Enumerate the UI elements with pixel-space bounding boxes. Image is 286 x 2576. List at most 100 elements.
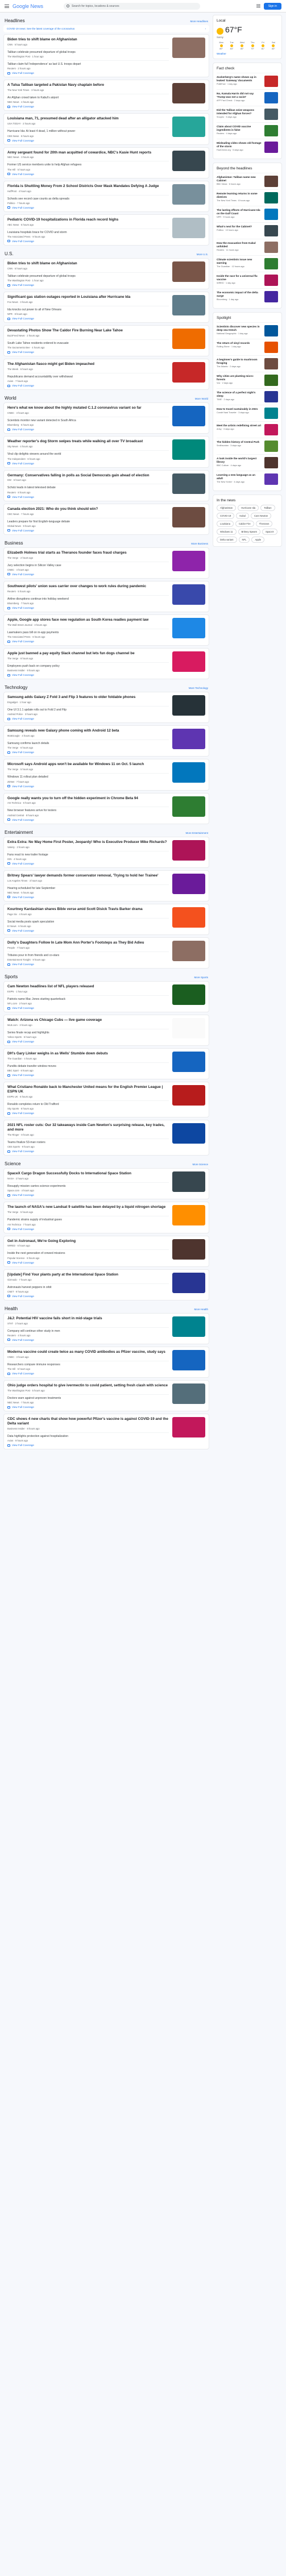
related-headline[interactable]: Samsung confirms launch details [7, 742, 169, 745]
story-source[interactable]: Business Insider · 8 hours ago [7, 1427, 169, 1430]
story-source[interactable]: Sky News · 4 hours ago [7, 445, 169, 448]
sidebar-story[interactable]: How to travel sustainably in 2021 Condé N… [217, 405, 278, 421]
story-headline[interactable]: Significant gas station outages reported… [7, 295, 169, 300]
full-coverage-link[interactable]: View Full Coverage [7, 862, 169, 865]
sidebar-story[interactable]: How the evacuation from Kabul unfolded Re… [217, 239, 278, 255]
full-coverage-link[interactable]: View Full Coverage [7, 1444, 169, 1447]
related-headline[interactable]: Scholz leads in latest televised debate [7, 486, 169, 489]
full-coverage-link[interactable]: View Full Coverage [7, 1194, 169, 1196]
section-title[interactable]: Business [5, 541, 23, 546]
story-thumbnail[interactable] [172, 651, 205, 672]
related-headline[interactable]: An Afghan crowd taken to Kabul's airport [7, 96, 169, 99]
story-headline[interactable]: Get in Astronaut, We're Going Exploring [7, 1239, 169, 1244]
related-source[interactable]: NPR · 8 hours ago [7, 313, 169, 315]
sidebar-story-headline[interactable]: The hidden history of Central Park [217, 441, 262, 444]
sidebar-story[interactable]: Why cities are planting micro-forests Vox… [217, 372, 278, 388]
sidebar-story[interactable]: Climate scientists issue new warning The … [217, 255, 278, 272]
topic-chip[interactable]: Apple [251, 537, 265, 543]
sidebar-story-headline[interactable]: The economic impact of the delta surge [217, 291, 262, 298]
related-headline[interactable]: Former US service members unite to help … [7, 163, 169, 167]
sidebar-story-headline[interactable]: Why cities are planting micro-forests [217, 375, 262, 381]
related-headline[interactable]: Leaders prepare for first English-langua… [7, 520, 169, 523]
related-source[interactable]: Bloomberg · 5 hours ago [7, 423, 169, 426]
story-source[interactable]: ESPN UK · 6 hours ago [7, 1095, 169, 1098]
related-headline[interactable]: Data highlights protection against hospi… [7, 1435, 169, 1438]
topic-chip[interactable]: Taliban [260, 505, 275, 512]
full-coverage-link[interactable]: View Full Coverage [7, 717, 169, 720]
related-source[interactable]: Reuters · 2 hours ago [7, 67, 169, 70]
story-thumbnail[interactable] [172, 1052, 205, 1073]
story-source[interactable]: NBC News · 3 hours ago [7, 156, 169, 159]
topic-chip[interactable]: Kabul [236, 513, 250, 520]
story-thumbnail[interactable] [172, 984, 205, 1006]
search-bar[interactable]: Search for topics, locations & sources [64, 2, 201, 10]
app-logo[interactable]: Google News [13, 3, 43, 9]
search-input[interactable]: Search for topics, locations & sources [72, 5, 119, 8]
full-coverage-link[interactable]: View Full Coverage [7, 896, 169, 899]
story-source[interactable]: DW · 6 hours ago [7, 479, 169, 481]
related-headline[interactable]: Lawmakers pass bill on in-app payments [7, 631, 169, 634]
related-source[interactable]: The Hill · 5 hours ago [7, 1368, 169, 1370]
full-coverage-link[interactable]: View Full Coverage [7, 206, 169, 209]
sidebar-story[interactable]: The lasting effects of Hurricane Ida on … [217, 206, 278, 222]
story-source[interactable]: The Ringer · 8 hours ago [7, 1133, 169, 1136]
sidebar-story[interactable]: Learning a new language as an adult The N… [217, 471, 278, 487]
sidebar-story[interactable]: The economic impact of the delta surge Bl… [217, 288, 278, 305]
story-headline[interactable]: Pediatric COVID-19 hospitalizations in F… [7, 218, 169, 222]
story-source[interactable]: WIRED · 6 hours ago [7, 1244, 169, 1247]
full-coverage-link[interactable]: View Full Coverage [7, 573, 169, 576]
sidebar-story-headline[interactable]: The return of vinyl records [217, 342, 262, 345]
story-headline[interactable]: Britney Spears' lawyer demands former co… [7, 874, 169, 878]
story-source[interactable]: The Wall Street Journal · 3 hours ago [7, 624, 169, 626]
sidebar-story-headline[interactable]: Meet the artists redefining street art [217, 424, 262, 427]
sidebar-story-headline[interactable]: How the evacuation from Kabul unfolded [217, 242, 262, 248]
story-thumbnail[interactable] [172, 1171, 205, 1193]
story-headline[interactable]: Extra Extra: No Way Home First Poster, J… [7, 840, 169, 845]
story-headline[interactable]: CDC shows 4 new charts that show how pow… [7, 1417, 169, 1426]
section-title[interactable]: Entertainment [5, 830, 33, 835]
story-headline[interactable]: Apple just banned a pay equity Slack cha… [7, 651, 169, 656]
topic-chip[interactable]: Theranos [255, 521, 273, 527]
story-source[interactable]: Los Angeles Times · 3 hours ago [7, 879, 169, 882]
sidebar-story-headline[interactable]: Inside the race for a universal flu vacc… [217, 275, 262, 281]
related-source[interactable]: CNET · 9 hours ago [7, 1290, 169, 1293]
related-source[interactable]: NBC News · 5 hours ago [7, 891, 169, 894]
full-coverage-link[interactable]: View Full Coverage [7, 351, 169, 354]
story-thumbnail[interactable] [172, 762, 205, 783]
story-headline[interactable]: Samsung reveals new Galaxy phone coming … [7, 729, 169, 733]
story-headline[interactable]: Microsoft says Android apps won't be ava… [7, 762, 169, 767]
story-headline[interactable]: Moderna vaccine could create twice as ma… [7, 1350, 169, 1355]
related-source[interactable]: CBS News · 6 hours ago [7, 135, 169, 138]
story-thumbnail[interactable] [172, 1205, 205, 1226]
related-source[interactable]: Politico · 7 hours ago [7, 202, 169, 205]
story-source[interactable]: CNBC · 3 hours ago [7, 412, 169, 414]
story-headline[interactable]: Google really wants you to turn off the … [7, 796, 169, 801]
sidebar-story[interactable]: A look inside the world's largest librar… [217, 454, 278, 471]
related-headline[interactable]: South Lake Tahoe residents ordered to ev… [7, 342, 169, 345]
story-thumbnail[interactable] [172, 329, 205, 350]
story-thumbnail[interactable] [172, 362, 205, 383]
story-source[interactable]: ESPN · 1 hour ago [7, 990, 169, 993]
more-section-link[interactable]: More Entertainment [185, 832, 208, 834]
related-source[interactable]: Space.com · 4 hours ago [7, 1189, 169, 1192]
related-headline[interactable]: Tributes pour in from friends and co-sta… [7, 954, 169, 957]
related-source[interactable]: Axios · 7 hours ago [7, 380, 169, 383]
story-source[interactable]: NASA · 2 hours ago [7, 1177, 169, 1180]
related-source[interactable]: The Hill · 5 hours ago [7, 168, 169, 171]
full-coverage-link[interactable]: View Full Coverage [7, 1261, 169, 1264]
story-headline[interactable]: Samsung adds Galaxy Z Fold 3 and Flip 3 … [7, 695, 169, 700]
section-title[interactable]: World [5, 396, 16, 401]
sidebar-story[interactable]: Meet the artists redefining street art Ar… [217, 421, 278, 438]
sidebar-story[interactable]: Inside the race for a universal flu vacc… [217, 272, 278, 288]
story-source[interactable]: The Washington Post · 5 hours ago [7, 1389, 169, 1392]
story-source[interactable]: USA TODAY · 2 hours ago [7, 122, 169, 125]
related-source[interactable]: The Washington Post · 1 hour ago [7, 279, 169, 282]
story-thumbnail[interactable] [172, 406, 205, 427]
more-section-link[interactable]: More U.S. [197, 253, 208, 256]
sidebar-story[interactable]: Remote learning returns in some district… [217, 189, 278, 206]
story-thumbnail[interactable] [172, 840, 205, 861]
related-source[interactable]: NBC News · 4 hours ago [7, 101, 169, 103]
story-headline[interactable]: Canada election 2021: Who do you think s… [7, 507, 169, 512]
topic-chip[interactable]: COVID-19 [217, 513, 235, 520]
related-headline[interactable]: Viral clip delights viewers around the w… [7, 452, 169, 456]
